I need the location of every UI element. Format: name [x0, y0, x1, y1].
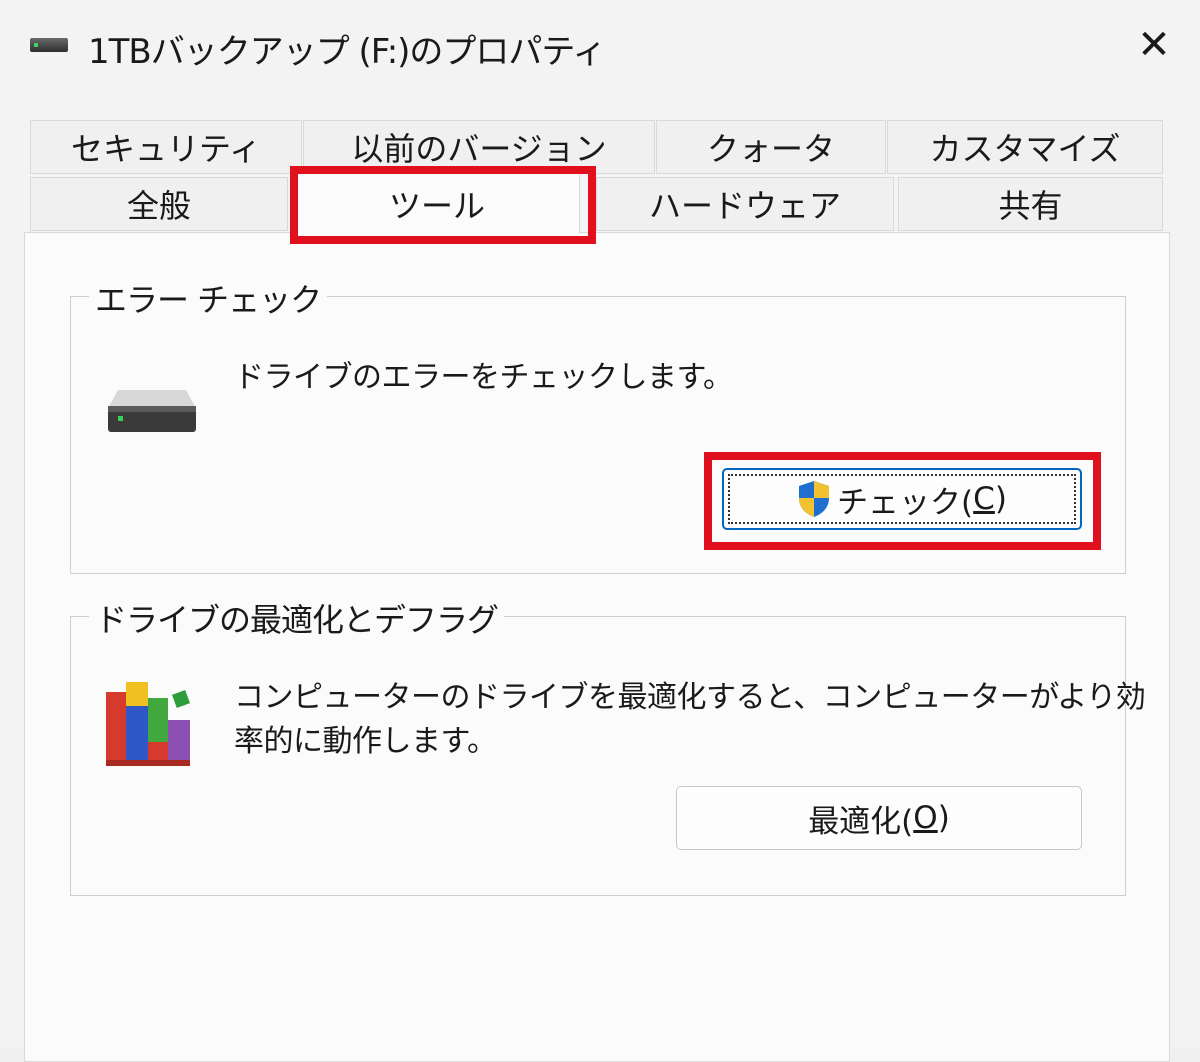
optimize-description: コンピューターのドライブを最適化すると、コンピューターがより効 率的に動作します…: [234, 676, 1146, 764]
defrag-icon: [106, 682, 190, 766]
tab-customize[interactable]: カスタマイズ: [887, 120, 1163, 174]
tab-general[interactable]: 全般: [30, 177, 288, 231]
optimize-group-label: ドライブの最適化とデフラグ: [89, 595, 505, 641]
optimize-description-line1: コンピューターのドライブを最適化すると、コンピューターがより効: [234, 680, 1146, 715]
hard-drive-icon: [108, 390, 196, 432]
drive-icon: [30, 38, 68, 52]
optimize-description-line2: 率的に動作します。: [234, 724, 497, 759]
close-button[interactable]: ✕: [1124, 18, 1184, 72]
optimize-button[interactable]: 最適化(O): [676, 786, 1082, 850]
error-check-group-label: エラー チェック: [89, 275, 328, 321]
error-check-description: ドライブのエラーをチェックします。: [234, 360, 733, 395]
tab-hardware[interactable]: ハードウェア: [596, 177, 894, 231]
optimize-button-close: ): [937, 800, 950, 836]
tab-tools[interactable]: ツール: [294, 172, 580, 234]
focus-ring: [728, 474, 1076, 524]
tab-security[interactable]: セキュリティ: [30, 120, 302, 174]
title-bar: 1TBバックアップ (F:)のプロパティ ✕: [0, 0, 1200, 92]
error-check-group: エラー チェック: [70, 275, 1126, 574]
check-button[interactable]: チェック(C): [722, 468, 1082, 530]
window-title: 1TBバックアップ (F:)のプロパティ: [88, 32, 606, 72]
optimize-button-accel: O: [913, 800, 938, 836]
properties-window: 1TBバックアップ (F:)のプロパティ ✕ セキュリティ 以前のバージョン ク…: [0, 0, 1200, 1062]
tab-previous-versions[interactable]: 以前のバージョン: [303, 120, 655, 174]
tab-sharing[interactable]: 共有: [898, 177, 1163, 231]
tab-quota[interactable]: クォータ: [656, 120, 886, 174]
optimize-button-label: 最適化(: [808, 803, 914, 840]
